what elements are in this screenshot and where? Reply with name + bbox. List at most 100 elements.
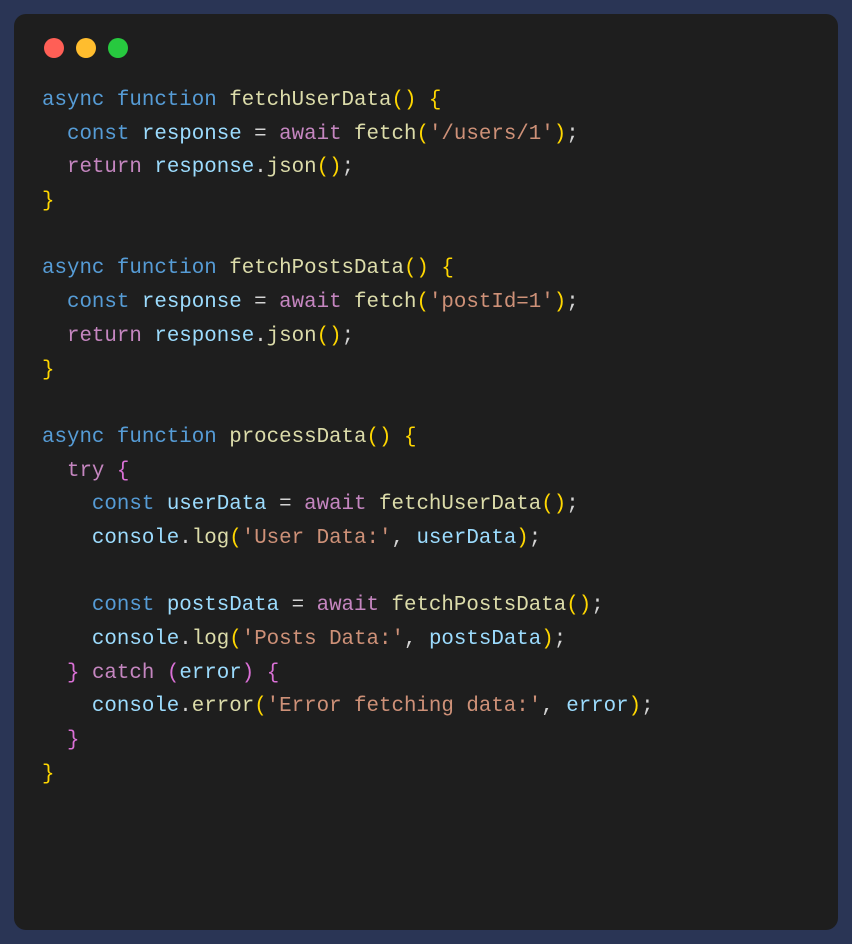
code-token: = xyxy=(242,291,279,314)
code-token: const xyxy=(92,493,154,516)
code-token: ; xyxy=(566,493,578,516)
code-token xyxy=(154,594,166,617)
code-token: ( xyxy=(416,291,428,314)
code-token xyxy=(104,426,116,449)
code-token: } xyxy=(67,662,79,685)
code-token xyxy=(379,594,391,617)
code-token: ; xyxy=(566,291,578,314)
code-token xyxy=(42,325,67,348)
code-token: 'User Data:' xyxy=(242,527,392,550)
code-token: try xyxy=(67,460,104,483)
code-token xyxy=(42,460,67,483)
code-token xyxy=(104,257,116,280)
code-token: console xyxy=(92,628,179,651)
code-token xyxy=(142,156,154,179)
code-token: ; xyxy=(554,628,566,651)
code-token xyxy=(254,662,266,685)
code-window: async function fetchUserData() { const r… xyxy=(14,14,838,930)
code-token: . xyxy=(179,695,191,718)
code-token: 'postId=1' xyxy=(429,291,554,314)
code-token xyxy=(42,156,67,179)
code-token: userData xyxy=(416,527,516,550)
code-token xyxy=(342,291,354,314)
code-token: ; xyxy=(529,527,541,550)
code-token: async xyxy=(42,426,104,449)
code-token: const xyxy=(67,123,129,146)
code-token: const xyxy=(92,594,154,617)
code-token: () xyxy=(541,493,566,516)
window-controls xyxy=(42,38,810,58)
code-token: response xyxy=(154,156,254,179)
code-token: ( xyxy=(167,662,179,685)
code-token: () xyxy=(317,156,342,179)
maximize-icon[interactable] xyxy=(108,38,128,58)
code-token: console xyxy=(92,527,179,550)
code-token xyxy=(42,695,92,718)
code-token: () xyxy=(317,325,342,348)
code-token: ; xyxy=(591,594,603,617)
code-token: { xyxy=(117,460,129,483)
code-token: await xyxy=(317,594,379,617)
code-token: const xyxy=(67,291,129,314)
code-token: error xyxy=(179,662,241,685)
code-token: ( xyxy=(229,527,241,550)
code-token: () xyxy=(367,426,392,449)
code-token xyxy=(217,426,229,449)
code-token: . xyxy=(179,527,191,550)
code-token: fetchUserData xyxy=(379,493,541,516)
code-token xyxy=(391,426,403,449)
code-token: () xyxy=(404,257,429,280)
code-block: async function fetchUserData() { const r… xyxy=(42,84,810,791)
code-token: = xyxy=(267,493,304,516)
code-token: . xyxy=(179,628,191,651)
code-token: await xyxy=(279,291,341,314)
code-token: . xyxy=(254,325,266,348)
code-token: ( xyxy=(229,628,241,651)
minimize-icon[interactable] xyxy=(76,38,96,58)
code-token xyxy=(342,123,354,146)
code-token: log xyxy=(192,628,229,651)
code-token: () xyxy=(391,89,416,112)
code-token: 'Posts Data:' xyxy=(242,628,404,651)
code-token: ( xyxy=(416,123,428,146)
code-token: error xyxy=(192,695,254,718)
code-token: ) xyxy=(629,695,641,718)
code-token: { xyxy=(267,662,279,685)
code-token: fetch xyxy=(354,291,416,314)
code-token: response xyxy=(142,123,242,146)
code-token: 'Error fetching data:' xyxy=(267,695,542,718)
code-token: json xyxy=(267,325,317,348)
code-token: , xyxy=(541,695,566,718)
code-token: fetchPostsData xyxy=(229,257,404,280)
code-token: async xyxy=(42,257,104,280)
code-token: return xyxy=(67,156,142,179)
code-token xyxy=(429,257,441,280)
code-token: { xyxy=(429,89,441,112)
code-token xyxy=(104,460,116,483)
code-token xyxy=(154,662,166,685)
code-token: fetchUserData xyxy=(229,89,391,112)
code-token xyxy=(104,89,116,112)
code-token: ) xyxy=(516,527,528,550)
code-token xyxy=(129,123,141,146)
code-token: '/users/1' xyxy=(429,123,554,146)
code-token xyxy=(42,527,92,550)
code-token xyxy=(217,89,229,112)
code-token: } xyxy=(67,729,79,752)
code-token: ; xyxy=(566,123,578,146)
code-token: ; xyxy=(342,325,354,348)
code-token xyxy=(42,493,92,516)
code-token: console xyxy=(92,695,179,718)
code-token: async xyxy=(42,89,104,112)
code-token: () xyxy=(566,594,591,617)
code-token xyxy=(129,291,141,314)
code-token xyxy=(142,325,154,348)
close-icon[interactable] xyxy=(44,38,64,58)
code-token xyxy=(42,594,92,617)
code-token: function xyxy=(117,89,217,112)
code-token: . xyxy=(254,156,266,179)
code-token: userData xyxy=(167,493,267,516)
code-token: catch xyxy=(92,662,154,685)
code-token: } xyxy=(42,359,54,382)
code-token: } xyxy=(42,190,54,213)
